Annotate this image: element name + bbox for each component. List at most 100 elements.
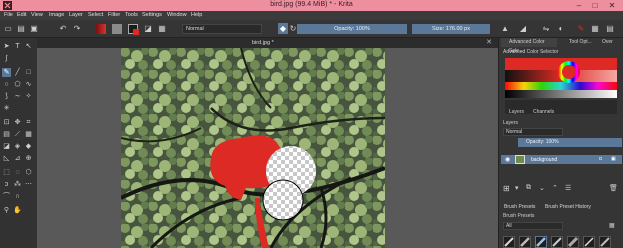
freehand-select-icon[interactable]: ↄ xyxy=(2,180,11,189)
calligraphy-icon[interactable]: ∫ xyxy=(2,54,11,63)
rectangle-tool-icon[interactable]: □ xyxy=(24,68,33,77)
close-window-button[interactable]: ✕ xyxy=(605,0,619,11)
bezier-select-icon[interactable]: ⌒ xyxy=(2,192,11,201)
transform-tool-icon[interactable]: ⊡ xyxy=(2,118,11,127)
background-color-swatch[interactable] xyxy=(133,29,139,35)
menu-window[interactable]: Window xyxy=(167,12,187,18)
similar-select-icon[interactable]: ⋯ xyxy=(24,180,33,189)
close-document-button[interactable]: ✕ xyxy=(486,38,492,46)
tab-overview[interactable]: Over xyxy=(602,38,613,47)
brush-preset-icon[interactable]: ◪ xyxy=(143,23,153,34)
brush-preset-thumbnail[interactable] xyxy=(599,236,611,248)
document-tab[interactable]: bird.jpg * ✕ xyxy=(37,38,498,48)
add-layer-icon[interactable]: ⊞ xyxy=(503,184,510,193)
menu-edit[interactable]: Edit xyxy=(17,12,26,18)
pin-icon[interactable]: ◐ xyxy=(556,23,566,34)
open-document-icon[interactable]: ▤ xyxy=(16,23,26,34)
ellipse-tool-icon[interactable]: ○ xyxy=(2,80,11,89)
smart-patch-icon[interactable]: ◪ xyxy=(2,142,11,151)
brush-preset-thumbnail[interactable] xyxy=(519,236,531,248)
measure-tool-icon[interactable]: ⊿ xyxy=(13,154,22,163)
colorize-mask-icon[interactable]: ▦ xyxy=(24,130,33,139)
polygon-select-icon[interactable]: ⬡ xyxy=(24,168,33,177)
dynamic-brush-icon[interactable]: ✧ xyxy=(24,92,33,101)
multibrush-icon[interactable]: ✳ xyxy=(2,104,11,113)
menu-image[interactable]: Image xyxy=(49,12,64,18)
minimize-button[interactable]: – xyxy=(572,0,586,11)
tab-advanced-color-selector[interactable]: Advanced Color Sele... xyxy=(501,38,557,54)
gradient-swatch[interactable] xyxy=(96,24,106,34)
ellipse-select-icon[interactable]: ◌ xyxy=(13,168,22,177)
move-up-icon[interactable]: ⌃ xyxy=(552,184,558,192)
wrap-around-icon[interactable]: ⇋ xyxy=(541,23,551,34)
blend-mode-select[interactable]: Normal xyxy=(182,24,262,34)
layer-blend-mode-select[interactable]: Normal xyxy=(503,128,563,136)
line-tool-icon[interactable]: ╱ xyxy=(13,68,22,77)
menu-file[interactable]: File xyxy=(4,12,13,18)
enclose-fill-icon[interactable]: ◆ xyxy=(24,142,33,151)
eraser-mode-icon[interactable]: ◆ xyxy=(278,23,288,34)
assistant-tool-icon[interactable]: ◺ xyxy=(2,154,11,163)
layer-row-background[interactable]: ◉ background α ▣ xyxy=(501,155,622,164)
duplicate-layer-icon[interactable]: ⧉ xyxy=(526,184,531,192)
workspace-icon[interactable]: ▦ xyxy=(590,23,600,34)
gradient-tool-icon[interactable]: ▤ xyxy=(2,130,11,139)
reference-images-icon[interactable]: ⊕ xyxy=(24,154,33,163)
freehand-brush-icon[interactable]: ✎ xyxy=(2,68,11,77)
rect-select-icon[interactable]: ⬚ xyxy=(2,168,11,177)
new-document-icon[interactable]: ▭ xyxy=(3,23,13,34)
window-layout-icon[interactable]: ▤ xyxy=(605,23,615,34)
brush-color-icon[interactable]: ✎ xyxy=(576,23,586,34)
undo-icon[interactable]: ↶ xyxy=(58,23,68,34)
tab-channels[interactable]: Channels xyxy=(533,108,554,117)
brush-tag-menu-icon[interactable]: ▦ xyxy=(609,222,615,229)
menu-help[interactable]: Help xyxy=(191,12,202,18)
layer-menu-icon[interactable]: ▾ xyxy=(515,184,519,192)
text-tool-icon[interactable]: T xyxy=(13,42,22,51)
inherit-alpha-icon[interactable]: ▣ xyxy=(611,156,616,162)
pan-tool-icon[interactable]: ✋ xyxy=(13,206,22,215)
menu-tools[interactable]: Tools xyxy=(125,12,138,18)
visibility-eye-icon[interactable]: ◉ xyxy=(505,156,510,163)
color-picker-icon[interactable]: ⟋ xyxy=(13,130,22,139)
alpha-lock-icon[interactable]: α xyxy=(599,156,602,162)
maximize-button[interactable]: □ xyxy=(588,0,602,11)
canvas-image[interactable] xyxy=(121,48,385,248)
save-icon[interactable]: ▣ xyxy=(29,23,39,34)
fill-tool-icon[interactable]: ◈ xyxy=(13,142,22,151)
brush-settings-icon[interactable]: ▦ xyxy=(157,23,167,34)
select-shapes-icon[interactable]: ➤ xyxy=(2,42,11,51)
tab-tool-options[interactable]: Tool Opt... xyxy=(569,38,592,47)
brush-preset-thumbnail[interactable] xyxy=(551,236,563,248)
pattern-swatch[interactable] xyxy=(112,24,122,34)
contiguous-select-icon[interactable]: ⁂ xyxy=(13,180,22,189)
menu-select[interactable]: Select xyxy=(88,12,103,18)
tab-layers[interactable]: Layers xyxy=(509,108,524,117)
mirror-horizontal-icon[interactable]: ▲ xyxy=(500,23,510,34)
move-down-icon[interactable]: ⌄ xyxy=(539,184,545,192)
opacity-slider[interactable]: Opacity: 100% xyxy=(297,24,407,34)
polyline-tool-icon[interactable]: ∿ xyxy=(24,80,33,89)
freehand-path-icon[interactable]: ∼ xyxy=(13,92,22,101)
crop-tool-icon[interactable]: ⌗ xyxy=(24,118,33,127)
mirror-vertical-icon[interactable]: ◢ xyxy=(518,23,528,34)
polygon-tool-icon[interactable]: ⬠ xyxy=(13,80,22,89)
menu-filter[interactable]: Filter xyxy=(108,12,120,18)
menu-settings[interactable]: Settings xyxy=(142,12,162,18)
layer-opacity-slider[interactable]: Opacity: 100% xyxy=(518,138,622,147)
delete-layer-icon[interactable]: 🗑 xyxy=(609,184,618,192)
tab-brush-presets[interactable]: Brush Presets xyxy=(504,204,535,210)
brush-preset-thumbnail[interactable] xyxy=(583,236,595,248)
redo-icon[interactable]: ↷ xyxy=(72,23,82,34)
tab-brush-preset-history[interactable]: Brush Preset History xyxy=(545,204,591,210)
menu-layer[interactable]: Layer xyxy=(69,12,83,18)
brush-preset-thumbnail[interactable] xyxy=(567,236,579,248)
edit-shapes-icon[interactable]: ↖ xyxy=(24,42,33,51)
layer-properties-icon[interactable]: ☰ xyxy=(565,184,571,192)
size-slider[interactable]: Size: 176.00 px xyxy=(412,24,490,34)
zoom-tool-icon[interactable]: ⚲ xyxy=(2,206,11,215)
brush-preset-thumbnail[interactable] xyxy=(503,236,515,248)
brush-preset-thumbnail[interactable] xyxy=(535,236,547,248)
move-tool-icon[interactable]: ✥ xyxy=(13,118,22,127)
brush-filter-select[interactable]: All xyxy=(503,222,563,230)
